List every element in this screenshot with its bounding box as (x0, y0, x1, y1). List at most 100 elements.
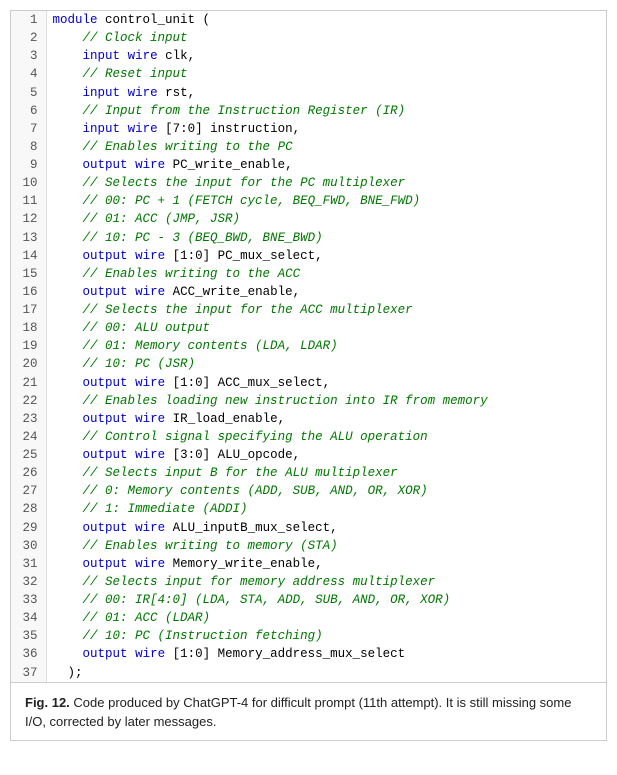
identifier-token (120, 86, 128, 100)
identifier-token: [1:0] Memory_address_mux_select (165, 647, 405, 661)
table-row: 35 // 10: PC (Instruction fetching) (11, 627, 606, 645)
line-number: 15 (11, 265, 46, 283)
line-number: 36 (11, 645, 46, 663)
line-content: // Reset input (46, 65, 606, 83)
line-content: // Selects input for memory address mult… (46, 573, 606, 591)
line-content: // 10: PC - 3 (BEQ_BWD, BNE_BWD) (46, 229, 606, 247)
line-number: 37 (11, 664, 46, 682)
keyword-token: output (83, 376, 128, 390)
comment-token: // Enables writing to memory (STA) (83, 539, 338, 553)
line-content: output wire ALU_inputB_mux_select, (46, 519, 606, 537)
table-row: 22 // Enables loading new instruction in… (11, 392, 606, 410)
keyword-token: wire (135, 557, 165, 571)
identifier-token (53, 122, 83, 136)
line-content: output wire PC_write_enable, (46, 156, 606, 174)
caption-label: Fig. 12. (25, 695, 70, 710)
identifier-token: ); (53, 666, 83, 680)
comment-token: // Input from the Instruction Register (… (83, 104, 406, 118)
line-number: 9 (11, 156, 46, 174)
identifier-token (53, 49, 83, 63)
table-row: 5 input wire rst, (11, 84, 606, 102)
table-row: 13 // 10: PC - 3 (BEQ_BWD, BNE_BWD) (11, 229, 606, 247)
line-number: 26 (11, 464, 46, 482)
table-row: 24 // Control signal specifying the ALU … (11, 428, 606, 446)
identifier-token (53, 521, 83, 535)
keyword-token: output (83, 158, 128, 172)
comment-token: // 01: ACC (JMP, JSR) (83, 212, 241, 226)
keyword-token: output (83, 249, 128, 263)
table-row: 14 output wire [1:0] PC_mux_select, (11, 247, 606, 265)
table-row: 33 // 00: IR[4:0] (LDA, STA, ADD, SUB, A… (11, 591, 606, 609)
line-number: 31 (11, 555, 46, 573)
comment-token: // Clock input (83, 31, 188, 45)
identifier-token (53, 339, 83, 353)
table-row: 20 // 10: PC (JSR) (11, 355, 606, 373)
keyword-token: wire (135, 412, 165, 426)
identifier-token (53, 611, 83, 625)
line-content: // 00: PC + 1 (FETCH cycle, BEQ_FWD, BNE… (46, 192, 606, 210)
table-row: 28 // 1: Immediate (ADDI) (11, 500, 606, 518)
identifier-token: [1:0] PC_mux_select, (165, 249, 323, 263)
comment-token: // Enables writing to the ACC (83, 267, 301, 281)
comment-token: // Enables writing to the PC (83, 140, 293, 154)
line-content: output wire [1:0] PC_mux_select, (46, 247, 606, 265)
identifier-token (128, 158, 136, 172)
table-row: 10 // Selects the input for the PC multi… (11, 174, 606, 192)
identifier-token: ACC_write_enable, (165, 285, 300, 299)
identifier-token (53, 629, 83, 643)
table-row: 27 // 0: Memory contents (ADD, SUB, AND,… (11, 482, 606, 500)
keyword-token: output (83, 557, 128, 571)
identifier-token (53, 212, 83, 226)
keyword-token: input (83, 122, 121, 136)
table-row: 7 input wire [7:0] instruction, (11, 120, 606, 138)
keyword-token: wire (135, 158, 165, 172)
identifier-token (53, 466, 83, 480)
comment-token: // 00: ALU output (83, 321, 211, 335)
comment-token: // Control signal specifying the ALU ope… (83, 430, 428, 444)
table-row: 19 // 01: Memory contents (LDA, LDAR) (11, 337, 606, 355)
line-number: 8 (11, 138, 46, 156)
table-row: 18 // 00: ALU output (11, 319, 606, 337)
line-number: 34 (11, 609, 46, 627)
comment-token: // 0: Memory contents (ADD, SUB, AND, OR… (83, 484, 428, 498)
line-number: 6 (11, 102, 46, 120)
identifier-token (128, 647, 136, 661)
caption-text: Code produced by ChatGPT-4 for difficult… (25, 695, 571, 730)
line-number: 13 (11, 229, 46, 247)
identifier-token (53, 593, 83, 607)
comment-token: // Selects the input for the ACC multipl… (83, 303, 413, 317)
line-content: input wire rst, (46, 84, 606, 102)
line-content: // 01: Memory contents (LDA, LDAR) (46, 337, 606, 355)
identifier-token (53, 31, 83, 45)
keyword-token: wire (135, 521, 165, 535)
identifier-token (53, 575, 83, 589)
table-row: 8 // Enables writing to the PC (11, 138, 606, 156)
identifier-token: rst, (158, 86, 196, 100)
keyword-token: wire (128, 122, 158, 136)
keyword-token: wire (135, 376, 165, 390)
line-content: output wire [1:0] ACC_mux_select, (46, 374, 606, 392)
line-number: 20 (11, 355, 46, 373)
comment-token: // 00: IR[4:0] (LDA, STA, ADD, SUB, AND,… (83, 593, 451, 607)
line-number: 23 (11, 410, 46, 428)
code-figure: 1module control_unit (2 // Clock input3 … (10, 10, 607, 741)
line-number: 32 (11, 573, 46, 591)
keyword-token: output (83, 521, 128, 535)
identifier-token: ALU_inputB_mux_select, (165, 521, 338, 535)
identifier-token (53, 484, 83, 498)
table-row: 29 output wire ALU_inputB_mux_select, (11, 519, 606, 537)
comment-token: // Enables loading new instruction into … (83, 394, 488, 408)
identifier-token (53, 194, 83, 208)
line-number: 2 (11, 29, 46, 47)
line-number: 30 (11, 537, 46, 555)
table-row: 11 // 00: PC + 1 (FETCH cycle, BEQ_FWD, … (11, 192, 606, 210)
identifier-token (53, 267, 83, 281)
line-content: // 01: ACC (JMP, JSR) (46, 210, 606, 228)
table-row: 34 // 01: ACC (LDAR) (11, 609, 606, 627)
table-row: 23 output wire IR_load_enable, (11, 410, 606, 428)
line-number: 35 (11, 627, 46, 645)
identifier-token (128, 249, 136, 263)
identifier-token (53, 357, 83, 371)
comment-token: // Selects input for memory address mult… (83, 575, 436, 589)
table-row: 37 ); (11, 664, 606, 682)
